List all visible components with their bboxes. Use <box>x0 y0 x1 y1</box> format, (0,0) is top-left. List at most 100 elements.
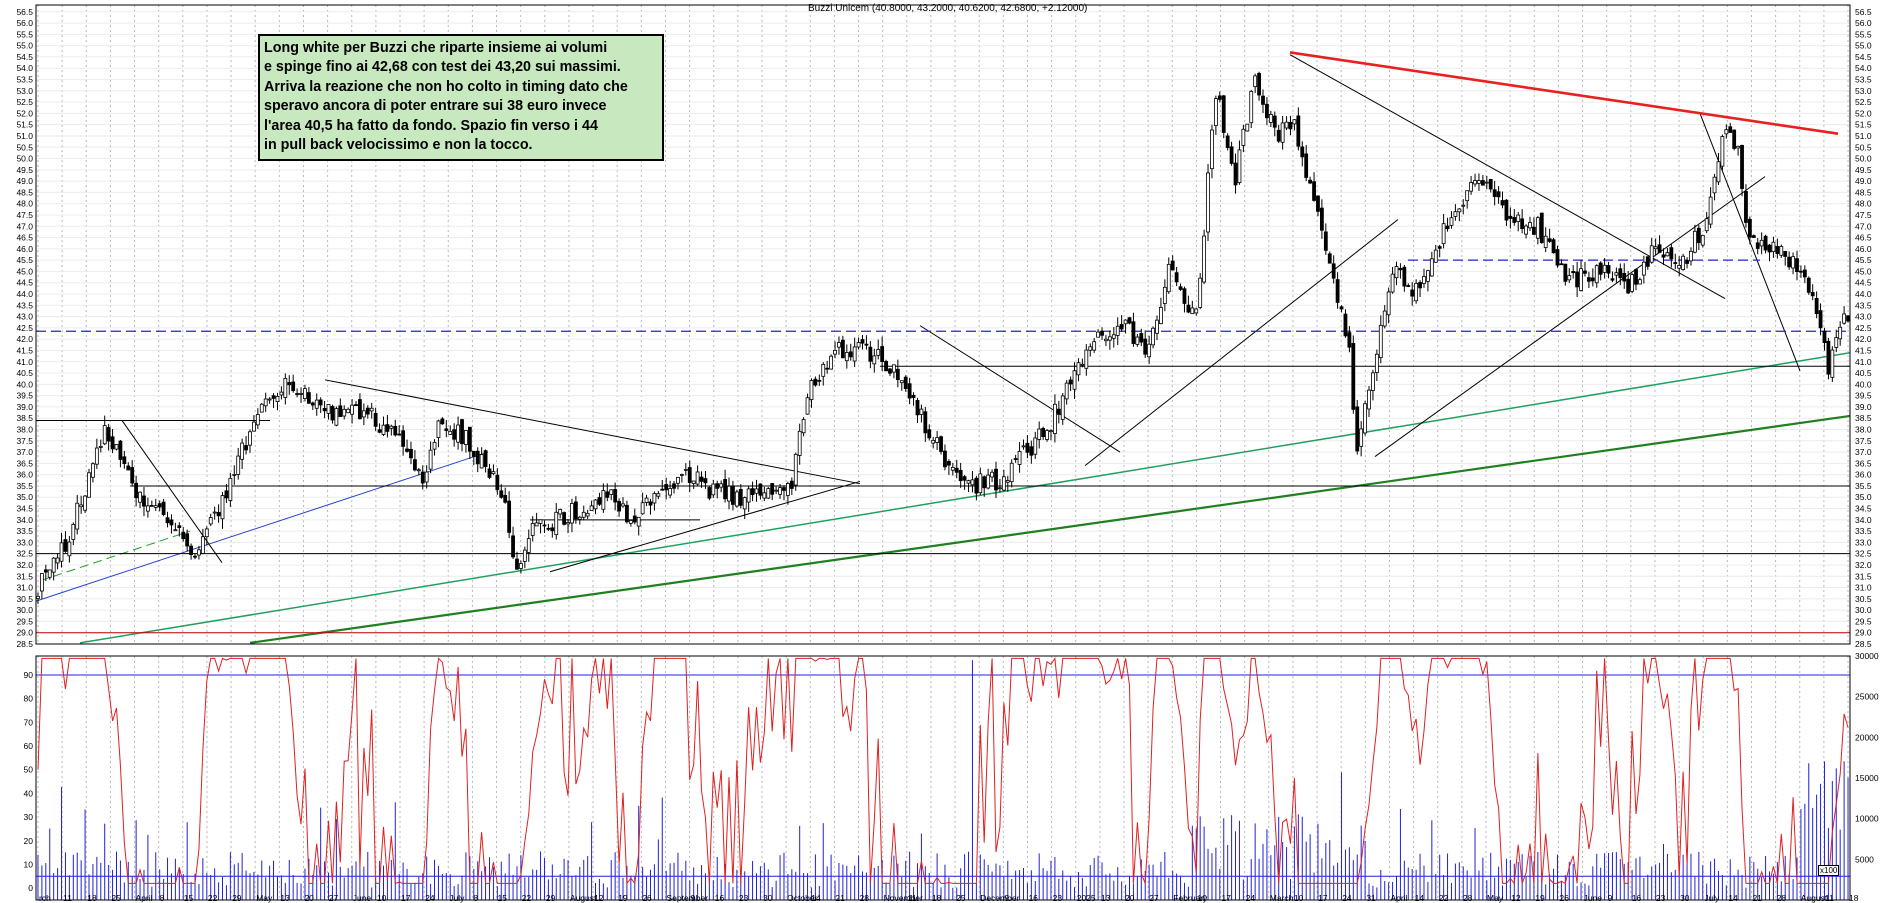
candle-body <box>428 449 433 470</box>
candle-body <box>1123 319 1128 325</box>
price-tick-label: 49.5 <box>16 165 33 175</box>
date-tick-label: 19 <box>618 893 628 903</box>
candle-body <box>1166 263 1171 293</box>
candle-body <box>346 408 351 414</box>
annotation-line: in pull back velocissimo e non la tocco. <box>264 137 533 154</box>
candle-body <box>1037 428 1042 440</box>
candle-body <box>1571 271 1576 274</box>
candle-body <box>1327 253 1332 264</box>
price-tick-label: 41.5 <box>16 345 33 355</box>
price-tick-label: 45.5 <box>16 255 33 265</box>
candle-body <box>1465 190 1470 202</box>
price-tick-label: 56.0 <box>16 18 33 28</box>
candle-body <box>358 399 362 420</box>
scale-tag: x100 <box>1818 865 1840 876</box>
candle-body <box>1606 265 1611 274</box>
oscillator-tick-label: 10 <box>24 859 34 869</box>
candle-body <box>884 361 888 372</box>
candle-body <box>1198 277 1203 308</box>
candle-body <box>805 397 810 415</box>
candle-body <box>943 450 947 468</box>
candle-body <box>1355 406 1360 452</box>
candle-body <box>232 474 237 476</box>
candle-body <box>1751 235 1756 238</box>
price-tick-label: 51.0 <box>16 131 33 141</box>
candle-body <box>1477 180 1481 184</box>
candle-body <box>153 505 158 508</box>
candle-body <box>1622 272 1627 282</box>
date-tick-label: 17 <box>1318 893 1328 903</box>
date-tick-label: 24 <box>1342 893 1352 903</box>
date-tick-label: 11 <box>1825 893 1834 903</box>
candle-body <box>471 450 476 457</box>
candle-body <box>263 398 268 407</box>
candle-body <box>122 456 127 465</box>
volume-tick-label: 5000 <box>1855 854 1874 864</box>
candle-body <box>1555 249 1560 266</box>
candle-body <box>1127 317 1132 324</box>
candle-body <box>1795 258 1799 272</box>
candle-body <box>157 503 162 508</box>
candle-body <box>94 447 99 465</box>
candle-body <box>746 488 751 503</box>
candle-body <box>530 523 535 536</box>
candle-body <box>770 483 775 495</box>
candle-body <box>1284 121 1289 129</box>
date-tick-label: November <box>884 893 923 903</box>
candle-body <box>844 352 849 362</box>
candle-body <box>1834 337 1839 348</box>
candle-body <box>1233 162 1238 186</box>
candle-body <box>1838 326 1843 340</box>
candle-body <box>1814 297 1819 315</box>
candle-body <box>1386 291 1391 316</box>
candle-body <box>868 346 873 362</box>
price-tick-label: 52.5 <box>1855 97 1872 107</box>
candle-body <box>1543 235 1548 248</box>
candle-body <box>593 499 598 510</box>
candle-body <box>1104 338 1108 342</box>
candle-body <box>1143 338 1148 355</box>
candle-body <box>1186 304 1191 313</box>
candle-body <box>299 393 303 395</box>
date-tick-label: March <box>1270 893 1294 903</box>
candle-body <box>1382 310 1387 327</box>
candle-body <box>1791 256 1795 269</box>
oscillator-tick-label: 80 <box>24 694 34 704</box>
candle-body <box>605 491 610 498</box>
annotation-line: Arriva la reazione che non ho colto in t… <box>264 78 628 95</box>
candle-body <box>1056 408 1061 415</box>
candle-body <box>405 448 409 452</box>
candle-body <box>1335 279 1340 303</box>
date-tick-label: August <box>1801 893 1828 903</box>
candle-body <box>939 436 943 452</box>
price-tick-label: 47.0 <box>1855 221 1872 231</box>
date-tick-label: 28 <box>1777 893 1787 903</box>
oscillator-tick-label: 70 <box>24 717 34 727</box>
candle-body <box>401 430 406 447</box>
price-tick-label: 44.5 <box>16 278 33 288</box>
price-tick-label: 37.5 <box>1855 436 1872 446</box>
candle-body <box>63 539 68 552</box>
candle-body <box>142 495 146 507</box>
candle-body <box>542 524 547 527</box>
candle-body <box>797 430 802 456</box>
candle-body <box>440 418 445 425</box>
candle-body <box>1429 258 1434 277</box>
candle-body <box>397 433 402 436</box>
candle-body <box>503 494 508 503</box>
candle-body <box>1410 289 1415 297</box>
candle-body <box>911 394 916 398</box>
candle-body <box>872 355 877 365</box>
candle-body <box>342 408 347 417</box>
candle-body <box>1508 215 1513 219</box>
price-tick-label: 45.0 <box>16 266 33 276</box>
candle-body <box>727 485 731 502</box>
candle-body <box>110 436 115 450</box>
date-tick-label: May <box>256 893 273 903</box>
candle-body <box>1049 430 1053 433</box>
candle-body <box>1744 191 1748 223</box>
candle-body <box>43 569 48 573</box>
candle-body <box>181 531 186 540</box>
candle-body <box>271 395 276 399</box>
candle-body <box>1371 372 1375 391</box>
